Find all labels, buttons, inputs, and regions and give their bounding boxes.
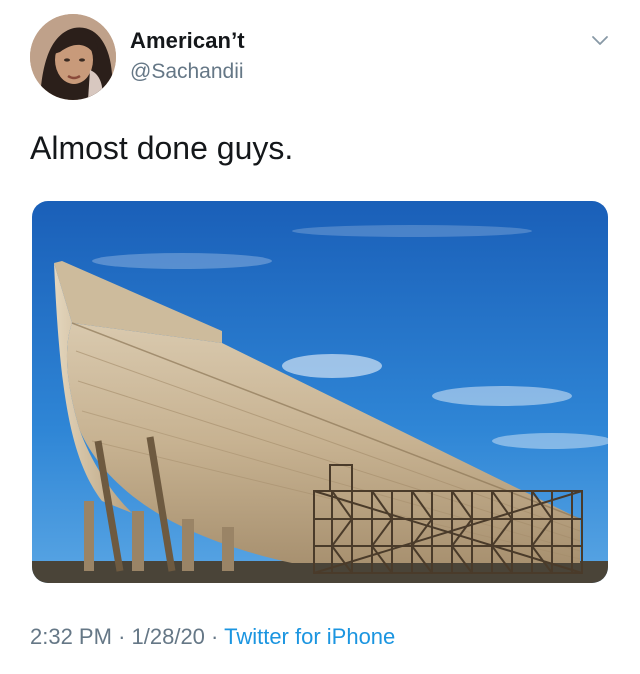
tweet-card: American’t @Sachandii Almost done guys.: [0, 0, 640, 674]
tweet-text: Almost done guys.: [30, 130, 294, 166]
author-handle[interactable]: @Sachandii: [130, 60, 244, 84]
meta-separator: ·: [118, 624, 126, 649]
tweet-media-image[interactable]: [32, 201, 608, 583]
avatar-image: [30, 14, 116, 100]
author-display-name[interactable]: American’t: [130, 28, 245, 54]
chevron-down-icon[interactable]: [588, 28, 612, 52]
tweet-date[interactable]: 1/28/20: [132, 624, 205, 649]
meta-separator: ·: [211, 624, 219, 649]
tweet-metadata: 2:32 PM · 1/28/20 · Twitter for iPhone: [30, 624, 395, 650]
avatar[interactable]: [30, 14, 116, 100]
tweet-time[interactable]: 2:32 PM: [30, 624, 112, 649]
tweet-source-link[interactable]: Twitter for iPhone: [224, 624, 395, 649]
